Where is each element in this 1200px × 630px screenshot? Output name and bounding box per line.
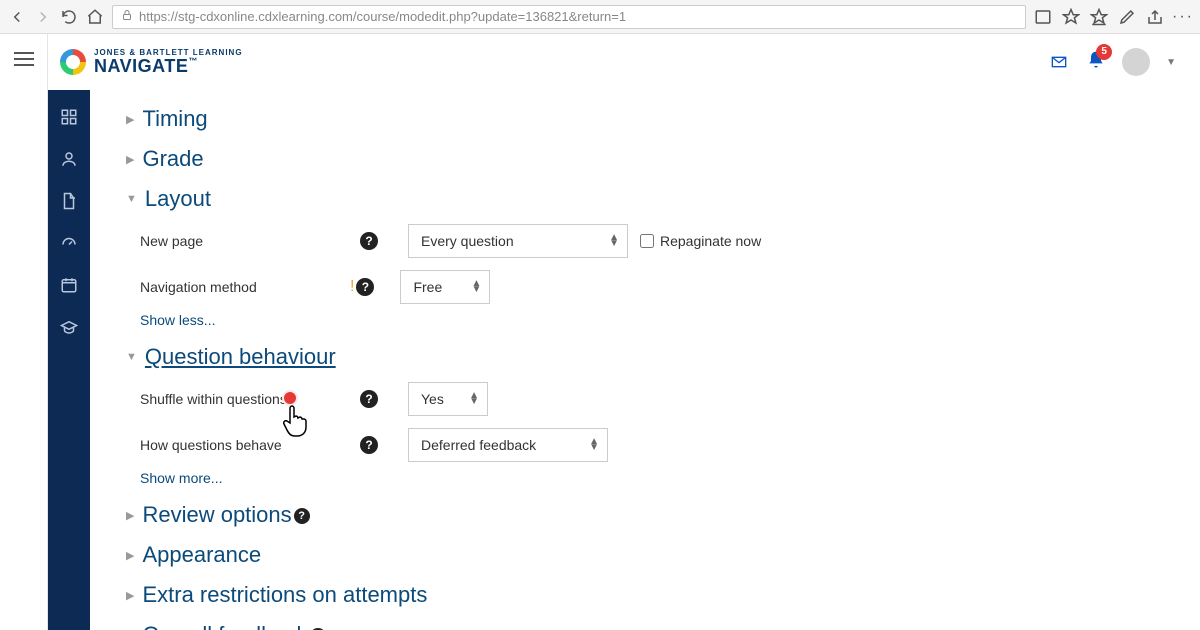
back-icon[interactable] xyxy=(8,8,26,26)
section-grade[interactable]: ▶ Grade xyxy=(126,146,1180,172)
section-title: Review options xyxy=(142,502,291,527)
dashboard-icon[interactable] xyxy=(60,108,78,126)
users-icon[interactable] xyxy=(60,150,78,168)
notes-icon[interactable] xyxy=(1118,8,1136,26)
logo[interactable]: JONES & BARTLETT LEARNING NAVIGATE™ xyxy=(60,49,243,75)
section-title: Grade xyxy=(142,146,203,172)
show-more-link[interactable]: Show more... xyxy=(140,470,1180,486)
nav-method-select[interactable]: Free ▲▼ xyxy=(400,270,490,304)
section-title: Question behaviour xyxy=(145,344,336,370)
section-title: Layout xyxy=(145,186,211,212)
file-icon[interactable] xyxy=(60,192,78,210)
graduation-icon[interactable] xyxy=(60,318,78,336)
form-area: ▶ Timing ▶ Grade ▼ Layout xyxy=(90,90,1200,630)
chevron-right-icon: ▶ xyxy=(126,589,134,602)
section-title: Appearance xyxy=(142,542,261,568)
show-less-link[interactable]: Show less... xyxy=(140,312,1180,328)
avatar[interactable] xyxy=(1122,48,1150,76)
behave-label: How questions behave xyxy=(140,437,282,453)
hamburger-icon[interactable] xyxy=(14,52,34,66)
section-timing[interactable]: ▶ Timing xyxy=(126,106,1180,132)
help-icon[interactable]: ? xyxy=(360,232,378,250)
calendar-icon[interactable] xyxy=(60,276,78,294)
lock-icon xyxy=(121,9,133,24)
logo-badge-icon xyxy=(60,49,86,75)
app-header: JONES & BARTLETT LEARNING NAVIGATE™ 5 ▼ xyxy=(48,34,1200,90)
browser-chrome: https://stg-cdxonline.cdxlearning.com/co… xyxy=(0,0,1200,34)
section-title: Extra restrictions on attempts xyxy=(142,582,427,608)
favorites-icon[interactable] xyxy=(1090,8,1108,26)
shuffle-label: Shuffle within questions xyxy=(140,391,287,407)
user-menu-caret[interactable]: ▼ xyxy=(1166,57,1176,68)
share-icon[interactable] xyxy=(1146,8,1164,26)
reading-view-icon[interactable] xyxy=(1034,8,1052,26)
chevron-down-icon: ▼ xyxy=(126,193,137,205)
section-appearance[interactable]: ▶ Appearance xyxy=(126,542,1180,568)
section-overall-feedback[interactable]: ▶ Overall feedback? xyxy=(126,622,1180,630)
gauge-icon[interactable] xyxy=(60,234,78,252)
new-page-select[interactable]: Every question ▲▼ xyxy=(408,224,628,258)
section-extra-restrictions[interactable]: ▶ Extra restrictions on attempts xyxy=(126,582,1180,608)
chevron-right-icon: ▶ xyxy=(126,113,134,126)
section-review-options[interactable]: ▶ Review options? xyxy=(126,502,1180,528)
chevron-right-icon: ▶ xyxy=(126,153,134,166)
chevron-right-icon: ▶ xyxy=(126,509,134,522)
help-icon[interactable]: ? xyxy=(360,436,378,454)
star-icon[interactable] xyxy=(1062,8,1080,26)
new-page-label: New page xyxy=(140,233,203,249)
section-layout[interactable]: ▼ Layout xyxy=(126,186,1180,212)
more-icon[interactable]: ··· xyxy=(1174,8,1192,26)
behave-select[interactable]: Deferred feedback ▲▼ xyxy=(408,428,608,462)
nav-method-label: Navigation method xyxy=(140,279,257,295)
notifications-button[interactable]: 5 xyxy=(1086,50,1106,75)
section-title: Overall feedback xyxy=(142,622,307,630)
select-arrows-icon: ▲▼ xyxy=(609,235,619,247)
forward-icon[interactable] xyxy=(34,8,52,26)
section-title: Timing xyxy=(142,106,207,132)
hamburger-column xyxy=(0,34,48,630)
repaginate-checkbox[interactable]: Repaginate now xyxy=(640,233,761,249)
select-arrows-icon: ▲▼ xyxy=(472,281,482,293)
warn-icon: ! xyxy=(350,278,354,296)
home-icon[interactable] xyxy=(86,8,104,26)
help-icon[interactable]: ? xyxy=(294,508,310,524)
section-question-behaviour[interactable]: ▼ Question behaviour xyxy=(126,344,1180,370)
select-arrows-icon: ▲▼ xyxy=(589,439,599,451)
brand-big: NAVIGATE xyxy=(94,56,188,76)
mail-icon[interactable] xyxy=(1048,54,1070,70)
select-arrows-icon: ▲▼ xyxy=(469,393,479,405)
help-icon[interactable]: ? xyxy=(356,278,374,296)
url-bar[interactable]: https://stg-cdxonline.cdxlearning.com/co… xyxy=(112,5,1026,29)
chevron-right-icon: ▶ xyxy=(126,549,134,562)
side-rail xyxy=(48,90,90,630)
chevron-down-icon: ▼ xyxy=(126,351,137,363)
help-icon[interactable]: ? xyxy=(360,390,378,408)
shuffle-select[interactable]: Yes ▲▼ xyxy=(408,382,488,416)
refresh-icon[interactable] xyxy=(60,8,78,26)
url-text: https://stg-cdxonline.cdxlearning.com/co… xyxy=(139,9,626,24)
notification-badge: 5 xyxy=(1096,44,1112,60)
